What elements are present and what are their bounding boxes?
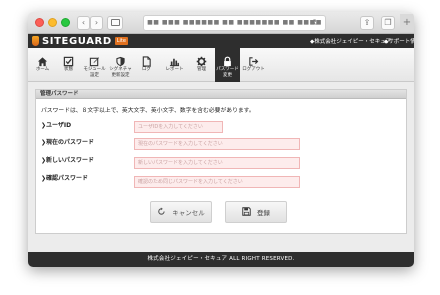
address-bar[interactable]: ■■ ■■■ ■■■■■■ ■■ ■■■■■■■ ■■ ■■■■ ↻	[143, 15, 326, 31]
nav-item-status[interactable]: 状態	[56, 48, 81, 82]
edit-icon	[82, 52, 107, 67]
password-requirements: パスワードは、８文字以上で、英大文字、英小文字、数字を含む必要があります。	[41, 108, 255, 114]
home-icon	[30, 52, 55, 67]
share-icon: ⇪	[363, 18, 371, 27]
chart-icon	[162, 52, 187, 67]
nav-item-signature-update[interactable]: シグネチャ 更新設定	[108, 48, 133, 82]
back-button[interactable]: ‹	[77, 16, 90, 30]
save-button[interactable]: 登録	[225, 201, 287, 223]
minimize-window-button[interactable]	[48, 18, 57, 27]
current-password-label: ❯現在のパスワード	[41, 139, 95, 146]
current-password-input[interactable]	[134, 138, 300, 150]
confirm-password-input[interactable]	[134, 176, 300, 188]
gear-icon	[189, 52, 214, 67]
cancel-button[interactable]: キャンセル	[150, 201, 212, 223]
new-password-label-text: 新しいパスワード	[46, 157, 95, 164]
nav-label-change-password: パスワード 変更	[216, 67, 239, 78]
chevron-right-icon: ›	[94, 18, 99, 27]
password-panel: 管理パスワード パスワードは、８文字以上で、英大文字、英小文字、数字を含む必要が…	[35, 89, 407, 234]
chevron-left-icon: ‹	[81, 18, 86, 27]
user-id-label: ❯ユーザID	[41, 122, 72, 129]
tabs-icon: ❐	[384, 18, 392, 27]
logout-icon	[241, 52, 266, 66]
logo-badge: Lite	[114, 37, 128, 45]
current-password-label-text: 現在のパスワード	[46, 139, 95, 146]
new-tab-button[interactable]: +	[400, 14, 414, 32]
browser-toolbar: ‹ › ■■ ■■■ ■■■■■■ ■■ ■■■■■■■ ■■ ■■■■ ↻ ⇪…	[28, 12, 414, 34]
main-nav: ホーム 状態 モジュール 設定 シグネチャ 更新設定 ログ レポート 管理 パス…	[28, 48, 414, 82]
logo-text: SITEGUARD	[42, 35, 112, 47]
nav-label-module-settings: モジュール 設定	[83, 67, 106, 78]
tabs-button[interactable]: ❐	[381, 16, 395, 30]
nav-label-signature-update: シグネチャ 更新設定	[109, 67, 132, 78]
new-password-input[interactable]	[134, 157, 300, 169]
user-id-input[interactable]	[134, 121, 223, 133]
sidebar-icon	[110, 19, 120, 26]
nav-item-logout[interactable]: ログアウト	[241, 48, 266, 82]
share-button[interactable]: ⇪	[360, 16, 374, 30]
url-text: ■■ ■■■ ■■■■■■ ■■ ■■■■■■■ ■■ ■■■■	[147, 19, 322, 26]
save-button-label: 登録	[257, 209, 270, 217]
nav-item-report[interactable]: レポート	[162, 48, 187, 82]
nav-label-admin: 管理	[197, 67, 206, 72]
nav-label-report: レポート	[165, 67, 184, 72]
nav-item-change-password[interactable]: パスワード 変更	[215, 48, 240, 82]
floppy-disk-icon	[242, 206, 251, 218]
document-icon	[134, 52, 159, 67]
confirm-password-label: ❯確認パスワード	[41, 175, 89, 182]
sidebar-toggle-button[interactable]	[107, 16, 123, 30]
lock-icon	[215, 52, 240, 67]
footer: 株式会社ジェイピー・セキュア ALL RIGHT RESERVED.	[28, 252, 414, 267]
user-id-label-text: ユーザID	[46, 122, 72, 129]
undo-icon	[157, 206, 166, 218]
forward-button[interactable]: ›	[90, 16, 103, 30]
nav-label-home: ホーム	[35, 67, 50, 72]
nav-label-status: 状態	[64, 67, 73, 72]
reload-icon[interactable]: ↻	[313, 16, 320, 30]
panel-title: 管理パスワード	[36, 90, 406, 99]
nav-label-log: ログ	[142, 67, 151, 72]
plus-icon: +	[402, 17, 412, 28]
checkbox-icon	[56, 52, 81, 67]
nav-item-module-settings[interactable]: モジュール 設定	[82, 48, 107, 82]
nav-item-admin[interactable]: 管理	[189, 48, 214, 82]
company-link[interactable]: ◆株式会社ジェイピー・セキュア	[310, 37, 391, 45]
cancel-button-label: キャンセル	[172, 209, 205, 217]
zoom-window-button[interactable]	[61, 18, 70, 27]
new-password-label: ❯新しいパスワード	[41, 157, 95, 164]
shield-logo-icon	[32, 36, 39, 46]
close-window-button[interactable]	[35, 18, 44, 27]
confirm-password-label-text: 確認パスワード	[46, 175, 89, 182]
nav-item-home[interactable]: ホーム	[30, 48, 55, 82]
browser-window: ‹ › ■■ ■■■ ■■■■■■ ■■ ■■■■■■■ ■■ ■■■■ ↻ ⇪…	[28, 12, 414, 267]
shield-icon	[108, 52, 133, 67]
siteguard-logo[interactable]: SITEGUARD Lite	[32, 35, 128, 47]
nav-label-logout: ログアウト	[242, 67, 265, 72]
support-link[interactable]: ◆サポート情報	[384, 37, 414, 45]
nav-item-log[interactable]: ログ	[134, 48, 159, 82]
app-header: SITEGUARD Lite ◆株式会社ジェイピー・セキュア ◆サポート情報	[28, 34, 414, 48]
